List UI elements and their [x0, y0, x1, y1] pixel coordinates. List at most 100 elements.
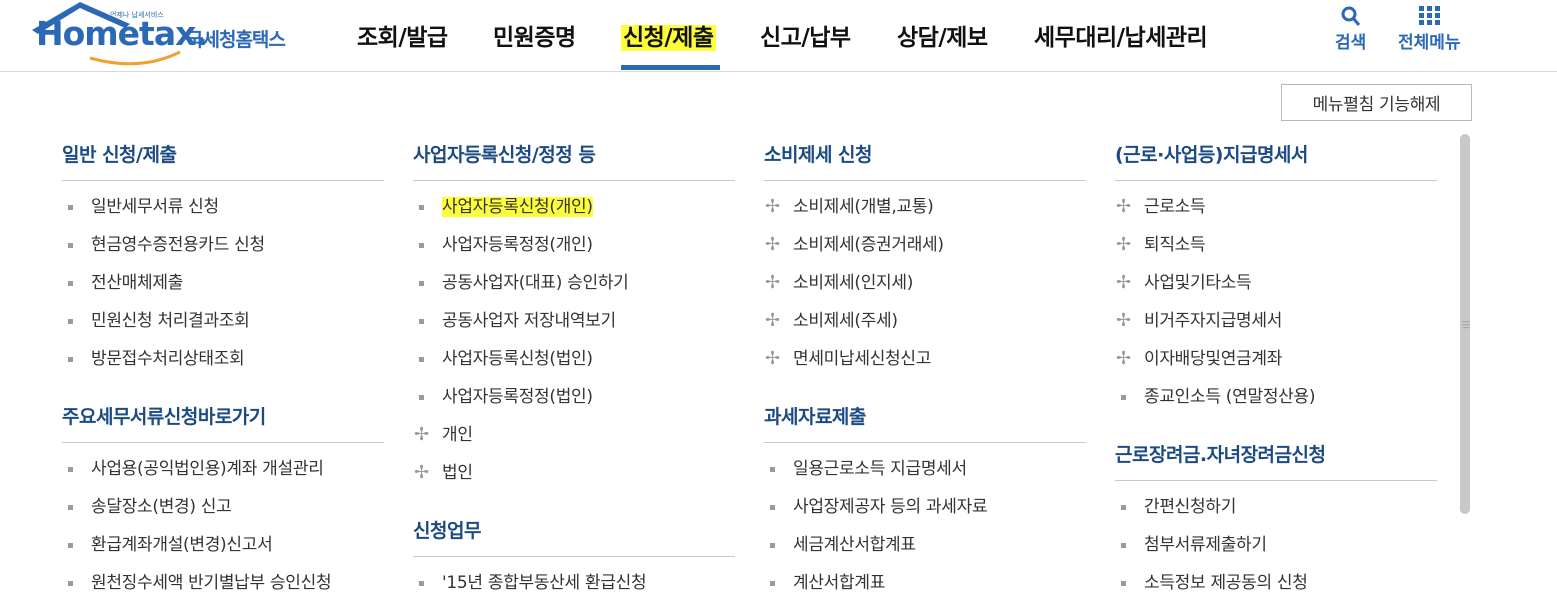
menu-item[interactable]: 소득정보 제공동의 신청 — [1115, 568, 1437, 606]
menu-item[interactable]: 원천징수세액 반기별납부 승인신청 — [62, 568, 384, 606]
menu-item[interactable]: 송달장소(변경) 신고 — [62, 492, 384, 530]
menu-item[interactable]: 현금영수증전용카드 신청 — [62, 230, 384, 268]
menu-list: 일용근로소득 지급명세서사업장제공자 등의 과세자료세금계산서합계표계산서합계표 — [764, 443, 1086, 606]
expand-plus-icon: ✢ — [1116, 272, 1131, 293]
square-bullet-icon — [68, 319, 73, 324]
menu-item-label: '15년 종합부동산세 환급신청 — [442, 573, 647, 593]
menu-item[interactable]: ✢ 사업및기타소득 — [1115, 268, 1437, 306]
menu-item[interactable]: 종교인소득 (연말정산용) — [1115, 382, 1437, 420]
hometax-logo[interactable]: 언제나 납세서비스 Hometax. 국세청홈택스 — [30, 0, 320, 68]
menu-item-label: 법인 — [442, 463, 473, 483]
menu-item[interactable]: 사업자등록정정(개인) — [413, 230, 735, 268]
menu-item[interactable]: 공동사업자 저장내역보기 — [413, 306, 735, 344]
menu-item[interactable]: 사업자등록신청(개인) — [413, 192, 735, 230]
menu-item[interactable]: ✢ 퇴직소득 — [1115, 230, 1437, 268]
menu-item-label: 소비제세(인지세) — [793, 273, 914, 293]
square-bullet-icon — [1121, 505, 1126, 510]
menu-item-label: 세금계산서합계표 — [793, 535, 916, 555]
menu-list: ✢ 소비제세(개별,교통) ✢ 소비제세(증권거래세) ✢ 소비제세(인지세) ✢ 소비제세(… — [764, 181, 1086, 382]
menu-item[interactable]: ✢ 면세미납세신청신고 — [764, 344, 1086, 382]
menu-item-label: 소득정보 제공동의 신청 — [1144, 573, 1308, 593]
gnb-application-submit[interactable]: 신청/제출 — [621, 18, 716, 52]
menu-item[interactable]: 환급계좌개설(변경)신고서 — [62, 530, 384, 568]
menu-item-label: 일용근로소득 지급명세서 — [793, 459, 967, 479]
gnb-consult-report[interactable]: 상담/제보 — [897, 18, 988, 52]
expand-plus-icon: ✢ — [1116, 234, 1131, 255]
square-bullet-icon — [68, 357, 73, 362]
gnb-civil-certificate[interactable]: 민원증명 — [493, 18, 576, 52]
square-bullet-icon — [419, 319, 424, 324]
gnb-inquiry-issue[interactable]: 조회/발급 — [357, 18, 448, 52]
gnb-tax-agent[interactable]: 세무대리/납세관리 — [1034, 18, 1208, 52]
menu-item[interactable]: 일용근로소득 지급명세서 — [764, 454, 1086, 492]
menu-list: 간편신청하기첨부서류제출하기소득정보 제공동의 신청 — [1115, 481, 1437, 606]
menu-column: (근로·사업등)지급명세서 ✢ 근로소득 ✢ 퇴직소득 ✢ 사업및기타소득 ✢ 비거주자지급명세… — [1115, 132, 1437, 606]
menu-item-label: 사업장제공자 등의 과세자료 — [793, 497, 988, 517]
menu-item-label: 공동사업자(대표) 승인하기 — [442, 273, 629, 293]
menu-item[interactable]: 사업장제공자 등의 과세자료 — [764, 492, 1086, 530]
expand-plus-icon: ✢ — [765, 196, 780, 217]
square-bullet-icon — [68, 505, 73, 510]
menu-item[interactable]: 사업자등록신청(법인) — [413, 344, 735, 382]
section-title[interactable]: 근로장려금.자녀장려금신청 — [1115, 432, 1437, 481]
search-button[interactable]: 검색 — [1335, 4, 1366, 53]
square-bullet-icon — [1121, 543, 1126, 548]
menu-item-label: 사업자등록정정(개인) — [442, 235, 593, 255]
square-bullet-icon — [68, 281, 73, 286]
expand-plus-icon: ✢ — [1116, 310, 1131, 331]
menu-item-label: 개인 — [442, 425, 473, 445]
menu-item[interactable]: 간편신청하기 — [1115, 492, 1437, 530]
menu-item-label: 사업자등록신청(법인) — [442, 349, 593, 369]
menu-item[interactable]: ✢ 소비제세(인지세) — [764, 268, 1086, 306]
logo-kor-text: 국세청홈택스 — [186, 29, 286, 51]
menu-item[interactable]: ✢ 이자배당및연금계좌 — [1115, 344, 1437, 382]
square-bullet-icon — [1121, 395, 1126, 400]
expand-plus-icon: ✢ — [765, 272, 780, 293]
menu-item[interactable]: 일반세무서류 신청 — [62, 192, 384, 230]
square-bullet-icon — [419, 395, 424, 400]
section-title[interactable]: 주요세무서류신청바로가기 — [62, 394, 384, 443]
menu-expand-toggle-button[interactable]: 메뉴펼침 기능해제 — [1281, 84, 1472, 121]
section-title[interactable]: 사업자등록신청/정정 등 — [413, 132, 735, 181]
square-bullet-icon — [770, 505, 775, 510]
expand-plus-icon: ✢ — [414, 424, 429, 445]
menu-item[interactable]: ✢ 소비제세(주세) — [764, 306, 1086, 344]
menu-item-label: 환급계좌개설(변경)신고서 — [91, 535, 273, 555]
section-title[interactable]: 일반 신청/제출 — [62, 132, 384, 181]
menu-item[interactable]: ✢ 개인 — [413, 420, 735, 458]
menu-item-label: 퇴직소득 — [1144, 235, 1206, 255]
square-bullet-icon — [770, 543, 775, 548]
menu-item[interactable]: ✢ 법인 — [413, 458, 735, 496]
menu-item[interactable]: 첨부서류제출하기 — [1115, 530, 1437, 568]
menu-item-label: 원천징수세액 반기별납부 승인신청 — [91, 573, 332, 593]
menu-item[interactable]: 전산매체제출 — [62, 268, 384, 306]
menu-item-label: 현금영수증전용카드 신청 — [91, 235, 265, 255]
menu-item[interactable]: 세금계산서합계표 — [764, 530, 1086, 568]
menu-item[interactable]: 사업자등록정정(법인) — [413, 382, 735, 420]
menu-item[interactable]: ✢ 소비제세(개별,교통) — [764, 192, 1086, 230]
menu-item[interactable]: ✢ 소비제세(증권거래세) — [764, 230, 1086, 268]
menu-column: 일반 신청/제출일반세무서류 신청현금영수증전용카드 신청전산매체제출 민원신청 … — [62, 132, 384, 606]
menu-item-label: 사업자등록신청(개인) — [442, 197, 593, 217]
menu-item[interactable]: 계산서합계표 — [764, 568, 1086, 606]
menu-item[interactable]: 사업용(공익법인용)계좌 개설관리 — [62, 454, 384, 492]
menu-list: 사업자등록신청(개인) 사업자등록정정(개인) 공동사업자(대표) 승인하기공동사업… — [413, 181, 735, 496]
section-title[interactable]: 소비제세 신청 — [764, 132, 1086, 181]
menu-item[interactable]: 공동사업자(대표) 승인하기 — [413, 268, 735, 306]
section-title[interactable]: 과세자료제출 — [764, 394, 1086, 443]
menu-item[interactable]: ✢ 비거주자지급명세서 — [1115, 306, 1437, 344]
gnb-report-payment[interactable]: 신고/납부 — [760, 18, 851, 52]
menu-item[interactable]: '15년 종합부동산세 환급신청 — [413, 568, 735, 606]
menu-item-label: 첨부서류제출하기 — [1144, 535, 1267, 555]
menu-item[interactable]: ✢ 근로소득 — [1115, 192, 1437, 230]
menu-item[interactable]: 민원신청 처리결과조회 — [62, 306, 384, 344]
section-title[interactable]: (근로·사업등)지급명세서 — [1115, 132, 1437, 181]
menu-item-label: 사업자등록정정(법인) — [442, 387, 593, 407]
expand-plus-icon: ✢ — [414, 462, 429, 483]
section-title[interactable]: 신청업무 — [413, 508, 735, 557]
menu-item[interactable]: 방문접수처리상태조회 — [62, 344, 384, 382]
grid-menu-icon — [1419, 6, 1441, 25]
menu-list: 일반세무서류 신청현금영수증전용카드 신청전산매체제출 민원신청 처리결과조회 방문… — [62, 181, 384, 382]
all-menu-button[interactable]: 전체메뉴 — [1398, 4, 1461, 53]
expand-plus-icon: ✢ — [1116, 348, 1131, 369]
